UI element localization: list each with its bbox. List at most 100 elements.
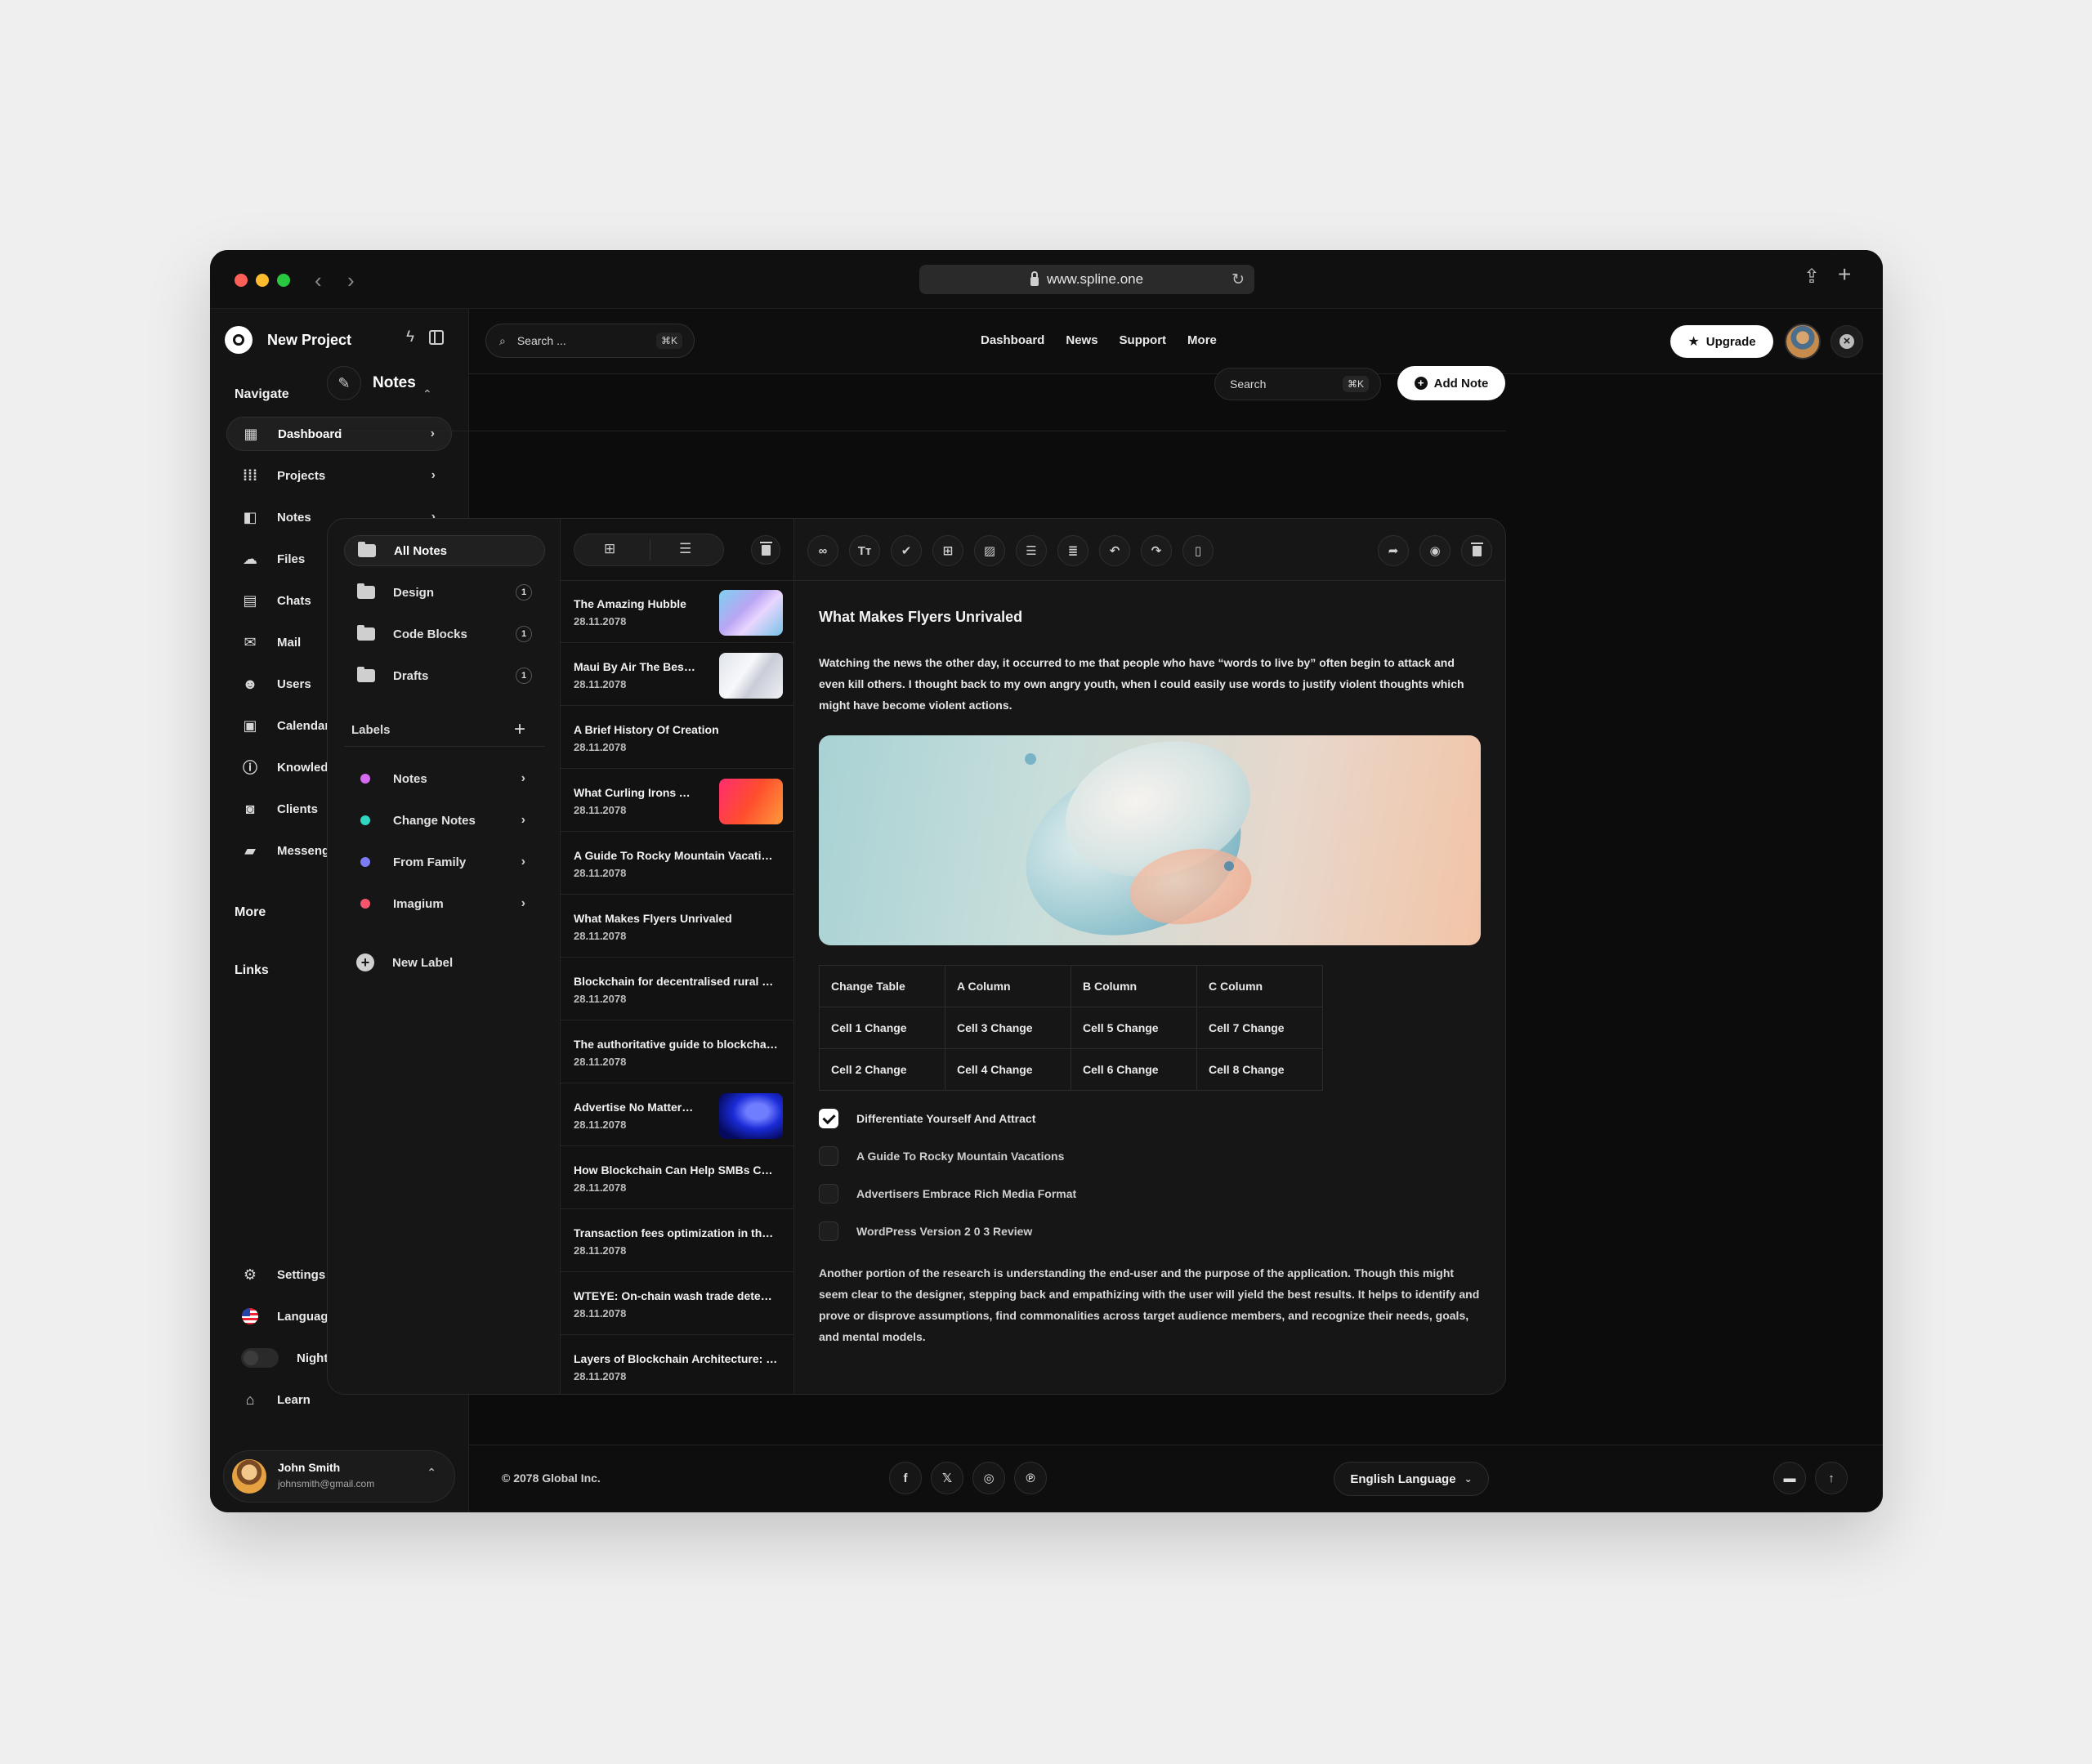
- list-item[interactable]: Maui By Air The Best Way Around The Isla…: [561, 644, 794, 706]
- numbered-list-icon[interactable]: ≣: [1057, 535, 1088, 566]
- table-cell[interactable]: Cell 8 Change: [1196, 1048, 1323, 1091]
- list-item[interactable]: The authoritative guide to blockchain de…: [561, 1021, 794, 1083]
- table-cell[interactable]: Cell 3 Change: [945, 1007, 1071, 1049]
- user-circle-icon[interactable]: ◉: [1419, 535, 1451, 566]
- checkbox[interactable]: [819, 1146, 838, 1166]
- folder-drafts[interactable]: Drafts 1: [344, 660, 545, 691]
- table-cell[interactable]: Cell 7 Change: [1196, 1007, 1323, 1049]
- sidebar-item-label: Mail: [277, 635, 302, 650]
- links-section-title[interactable]: Links: [235, 963, 269, 978]
- table-cell[interactable]: Cell 2 Change: [819, 1048, 945, 1091]
- x-icon[interactable]: 𝕏: [931, 1462, 963, 1494]
- bullet-list-icon[interactable]: ☰: [1016, 535, 1047, 566]
- redo-icon[interactable]: ↷: [1141, 535, 1172, 566]
- list-item[interactable]: Transaction fees optimization in the net…: [561, 1210, 794, 1272]
- nav-dashboard[interactable]: Dashboard: [981, 333, 1044, 347]
- sidebar-item-projects[interactable]: ⁞⁞⁞ Projects ›: [226, 458, 452, 493]
- address-bar[interactable]: www.spline.one ↻: [919, 265, 1254, 294]
- maximize-window-button[interactable]: [277, 274, 290, 287]
- minimize-window-button[interactable]: [256, 274, 269, 287]
- image-icon[interactable]: ▨: [974, 535, 1005, 566]
- text-format-icon[interactable]: Tт: [849, 535, 880, 566]
- upgrade-button[interactable]: ★ Upgrade: [1670, 325, 1773, 358]
- chevron-up-icon[interactable]: ⌃: [427, 1466, 436, 1480]
- add-label-icon[interactable]: +: [514, 718, 525, 741]
- clipboard-icon[interactable]: ▯: [1182, 535, 1214, 566]
- checkbox[interactable]: [819, 1184, 838, 1204]
- share-icon[interactable]: ➦: [1378, 535, 1409, 566]
- table-cell[interactable]: Change Table: [819, 965, 945, 1007]
- checkbox-checked[interactable]: [819, 1109, 838, 1128]
- label-text: Imagium: [393, 896, 444, 911]
- table-cell[interactable]: C Column: [1196, 965, 1323, 1007]
- list-item[interactable]: How Blockchain Can Help SMBs Compete 28.…: [561, 1147, 794, 1209]
- bolt-icon[interactable]: ϟ: [406, 328, 414, 346]
- nav-more[interactable]: More: [1187, 333, 1217, 347]
- checklist-item[interactable]: Advertisers Embrace Rich Media Format: [819, 1183, 1076, 1204]
- panel-toggle-icon[interactable]: [429, 330, 444, 345]
- checklist-item[interactable]: WordPress Version 2 0 3 Review: [819, 1221, 1032, 1242]
- delete-note-button[interactable]: [1461, 535, 1492, 566]
- table-cell[interactable]: Cell 6 Change: [1071, 1048, 1197, 1091]
- list-item[interactable]: WTEYE: On-chain wash trade detection 28.…: [561, 1273, 794, 1335]
- close-icon[interactable]: [1830, 325, 1863, 358]
- checklist-item[interactable]: A Guide To Rocky Mountain Vacations: [819, 1145, 1064, 1167]
- label-notes[interactable]: Notes ›: [344, 765, 545, 793]
- header-search-input[interactable]: ⌕ Search ... ⌘K: [485, 324, 695, 358]
- project-header[interactable]: New Project ϟ: [225, 324, 454, 356]
- checkbox[interactable]: [819, 1221, 838, 1241]
- table-cell[interactable]: A Column: [945, 965, 1071, 1007]
- check-circle-icon[interactable]: ✔: [891, 535, 922, 566]
- label-change-notes[interactable]: Change Notes ›: [344, 806, 545, 834]
- label-imagium[interactable]: Imagium ›: [344, 890, 545, 918]
- table-cell[interactable]: Cell 1 Change: [819, 1007, 945, 1049]
- close-window-button[interactable]: [235, 274, 248, 287]
- user-profile-card[interactable]: John Smith johnsmith@gmail.com ⌃: [223, 1450, 455, 1503]
- pinterest-icon[interactable]: ℗: [1014, 1462, 1047, 1494]
- pencil-icon[interactable]: ✎: [327, 366, 361, 400]
- list-item[interactable]: The Amazing Hubble 28.11.2078: [561, 581, 794, 643]
- delete-button[interactable]: [751, 535, 780, 565]
- list-view-icon[interactable]: ☰: [679, 541, 691, 557]
- sidebar-item-label: Clients: [277, 802, 319, 816]
- list-item[interactable]: What Curling Irons Are The Best Ones 28.…: [561, 770, 794, 832]
- undo-icon[interactable]: ↶: [1099, 535, 1130, 566]
- folder-all-notes[interactable]: All Notes: [344, 535, 545, 566]
- list-item[interactable]: A Guide To Rocky Mountain Vacations 28.1…: [561, 833, 794, 895]
- folder-code-blocks[interactable]: Code Blocks 1: [344, 619, 545, 650]
- list-item[interactable]: Advertise No Matter What 28.11.2078: [561, 1084, 794, 1146]
- back-arrow-icon[interactable]: ‹: [315, 268, 322, 293]
- add-note-button[interactable]: + Add Note: [1397, 366, 1505, 400]
- avatar[interactable]: [1785, 324, 1821, 359]
- note-intro-paragraph: Watching the news the other day, it occu…: [819, 656, 1464, 712]
- header-nav: Dashboard News Support More: [981, 333, 1217, 347]
- label-from-family[interactable]: From Family ›: [344, 848, 545, 876]
- nav-support[interactable]: Support: [1120, 333, 1167, 347]
- list-item[interactable]: Layers of Blockchain Architecture: expla…: [561, 1336, 794, 1394]
- new-tab-icon[interactable]: +: [1838, 261, 1851, 288]
- more-section-title[interactable]: More: [235, 905, 266, 920]
- table-icon[interactable]: ⊞: [932, 535, 963, 566]
- night-mode-toggle[interactable]: [241, 1348, 279, 1368]
- reload-icon[interactable]: ↻: [1232, 270, 1245, 289]
- share-icon[interactable]: ⇪: [1804, 265, 1820, 288]
- nav-news[interactable]: News: [1066, 333, 1097, 347]
- language-select[interactable]: English Language ⌄: [1334, 1462, 1489, 1496]
- facebook-icon[interactable]: f: [889, 1462, 922, 1494]
- list-item[interactable]: Blockchain for decentralised rural devel…: [561, 958, 794, 1020]
- table-cell[interactable]: Cell 5 Change: [1071, 1007, 1197, 1049]
- list-item[interactable]: What Makes Flyers Unrivaled 28.11.2078: [561, 895, 794, 958]
- forward-arrow-icon[interactable]: ›: [347, 268, 355, 293]
- checklist-item[interactable]: Differentiate Yourself And Attract: [819, 1108, 1035, 1129]
- table-cell[interactable]: Cell 4 Change: [945, 1048, 1071, 1091]
- list-item[interactable]: A Brief History Of Creation 28.11.2078: [561, 707, 794, 769]
- grid-view-icon[interactable]: ⊞: [604, 541, 615, 557]
- arrow-up-icon[interactable]: ↑: [1815, 1462, 1848, 1494]
- notes-search-input[interactable]: Search ⌘K: [1214, 368, 1381, 400]
- folder-design[interactable]: Design 1: [344, 577, 545, 608]
- chat-icon[interactable]: ▬: [1773, 1462, 1806, 1494]
- instagram-icon[interactable]: ◎: [972, 1462, 1005, 1494]
- new-label-button[interactable]: + New Label: [344, 949, 545, 976]
- table-cell[interactable]: B Column: [1071, 965, 1197, 1007]
- link-icon[interactable]: ∞: [807, 535, 838, 566]
